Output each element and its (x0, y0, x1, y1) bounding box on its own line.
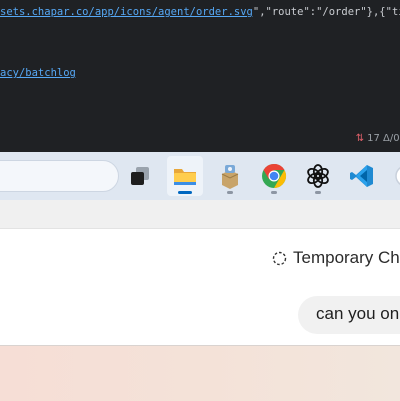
chrome-button[interactable] (256, 156, 292, 196)
overflow-app-button[interactable] (388, 156, 400, 196)
temporary-chat-button[interactable]: Temporary Ch (272, 248, 400, 268)
editor-status-indicator[interactable]: ⇅17 Δ/0↑ (356, 133, 400, 144)
file-explorer-button[interactable] (167, 156, 203, 196)
task-view-icon (131, 167, 149, 185)
code-editor: sets.chapar.co/app/icons/agent/order.svg… (0, 0, 400, 152)
taskbar (0, 152, 400, 200)
running-indicator (178, 191, 192, 194)
folder-icon (174, 169, 196, 185)
circle-icon (395, 167, 400, 185)
openai-icon (307, 164, 329, 188)
running-indicator (227, 191, 233, 194)
code-url-link[interactable]: sets.chapar.co/app/icons/agent/order.svg (0, 6, 253, 18)
code-line: acy/batchlog (0, 67, 76, 79)
code-json-text: ","route":"/order"},{"title (252, 6, 400, 18)
dashed-circle-icon (272, 251, 287, 265)
archive-app-button[interactable] (212, 156, 248, 196)
vscode-icon (350, 165, 373, 187)
code-line: sets.chapar.co/app/icons/agent/order.svg… (0, 6, 400, 18)
user-message-bubble: can you on (298, 296, 400, 334)
code-url-link[interactable]: acy/batchlog (0, 67, 76, 79)
running-indicator (271, 191, 277, 194)
vscode-button[interactable] (344, 156, 380, 196)
user-message-text: can you on (316, 304, 400, 323)
running-indicator (315, 191, 321, 194)
status-text: 17 Δ/0↑ (367, 133, 400, 144)
chrome-icon (262, 164, 287, 188)
temporary-chat-label: Temporary Ch (293, 248, 400, 267)
chat-window: Temporary Ch can you on (0, 229, 400, 345)
chatgpt-button[interactable] (300, 156, 336, 196)
task-view-button[interactable] (122, 156, 158, 196)
taskbar-search-box[interactable] (0, 160, 119, 192)
git-arrows-icon: ⇅ (355, 133, 365, 144)
box-icon (221, 165, 239, 189)
bottom-panel (0, 345, 400, 401)
browser-tab-strip (0, 200, 400, 229)
